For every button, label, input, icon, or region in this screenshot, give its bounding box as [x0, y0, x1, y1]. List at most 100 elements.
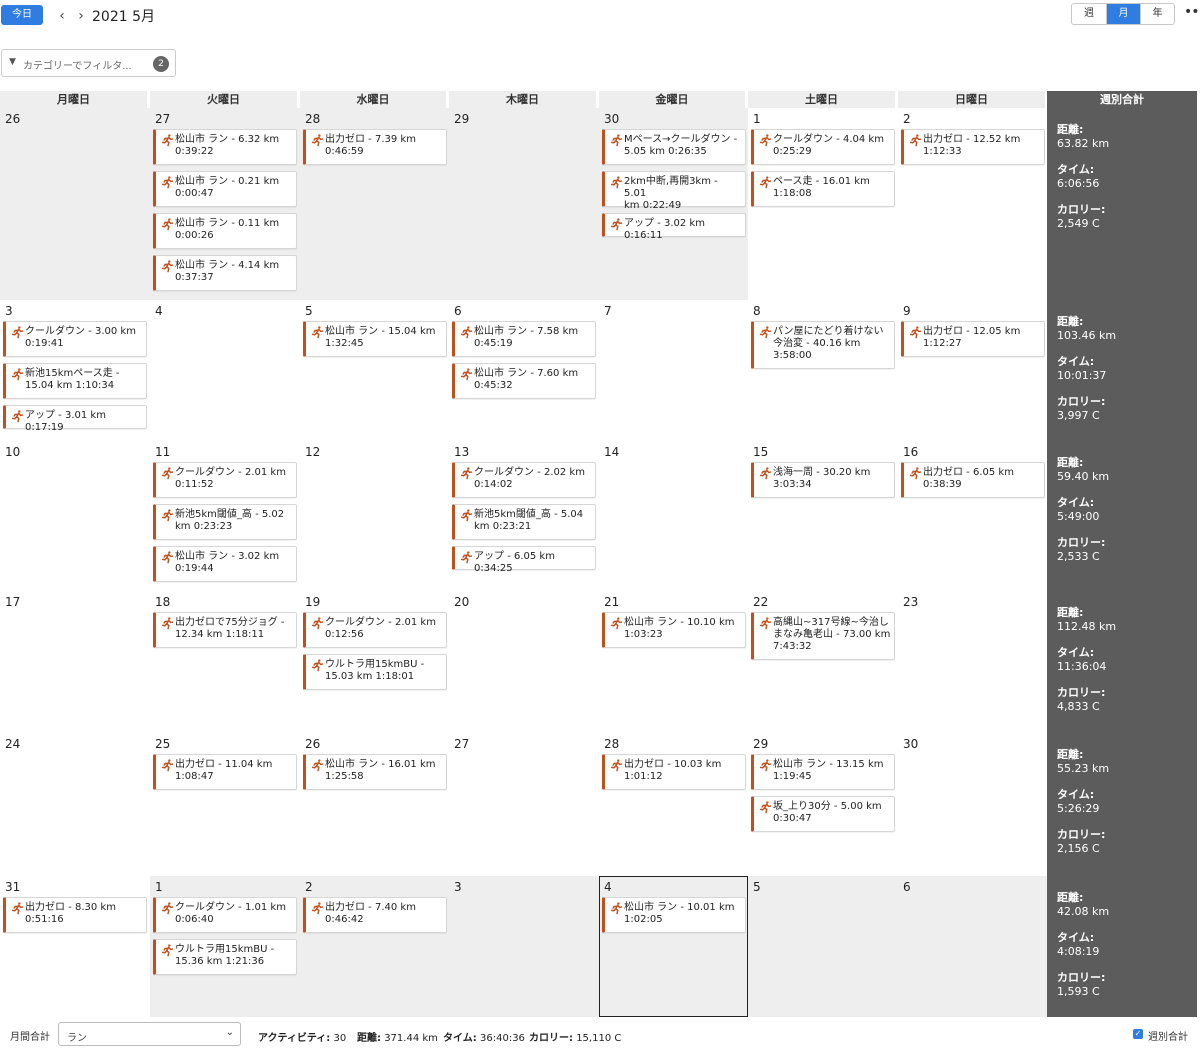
- time-stat: タイム: 36:40:36: [443, 1029, 525, 1044]
- calendar-day[interactable]: 5 松山市 ラン - 15.04 km 1:32:45: [300, 300, 449, 441]
- activity-card[interactable]: 浅海一周 - 30.20 km 3:03:34: [751, 462, 895, 498]
- calendar-day[interactable]: 6: [898, 876, 1047, 1017]
- more-icon[interactable]: •••: [1184, 4, 1200, 20]
- activity-label: 松山市 ラン - 15.04 km 1:32:45: [325, 326, 436, 349]
- activity-card[interactable]: 新池5km閾値_高 - 5.04 km 0:23:21: [452, 504, 596, 540]
- calendar-day[interactable]: 9 出力ゼロ - 12.05 km 1:12:27: [898, 300, 1047, 441]
- activity-card[interactable]: ウルトラ用15kmBU - 15.36 km 1:21:36: [153, 939, 297, 975]
- activity-card[interactable]: 出力ゼロ - 10.03 km 1:01:12: [602, 754, 746, 790]
- calendar-day[interactable]: 3 クールダウン - 3.00 km 0:19:41 新池15kmペース走 - 15…: [0, 300, 150, 441]
- calendar-day[interactable]: 28 出力ゼロ - 10.03 km 1:01:12: [599, 733, 748, 876]
- activity-card[interactable]: 出力ゼロ - 8.30 km 0:51:16: [3, 897, 147, 933]
- calendar-day[interactable]: 5: [748, 876, 898, 1017]
- activity-card[interactable]: 出力ゼロ - 11.04 km 1:08:47: [153, 754, 297, 790]
- activity-card[interactable]: クールダウン - 4.04 km 0:25:29: [751, 129, 895, 165]
- activity-card[interactable]: クールダウン - 3.00 km 0:19:41: [3, 321, 147, 357]
- activity-card[interactable]: 松山市 ラン - 7.60 km 0:45:32: [452, 363, 596, 399]
- view-month-button[interactable]: 月: [1106, 4, 1140, 24]
- calendar-day[interactable]: 6 松山市 ラン - 7.58 km 0:45:19 松山市 ラン - 7.60 k…: [449, 300, 599, 441]
- calendar-day[interactable]: 11 クールダウン - 2.01 km 0:11:52 新池5km閾値_高 - 5.…: [150, 441, 300, 591]
- calendar-day[interactable]: 20: [449, 591, 599, 733]
- calendar-day[interactable]: 26: [0, 108, 150, 300]
- chevron-left-icon[interactable]: ‹: [55, 7, 69, 25]
- calendar-day[interactable]: 7: [599, 300, 748, 441]
- today-button[interactable]: 今日: [1, 5, 43, 25]
- activity-card[interactable]: クールダウン - 1.01 km 0:06:40: [153, 897, 297, 933]
- activity-card[interactable]: 出力ゼロ - 6.05 km 0:38:39: [901, 462, 1045, 498]
- calendar-day[interactable]: 29: [449, 108, 599, 300]
- activity-card[interactable]: ウルトラ用15kmBU - 15.03 km 1:18:01: [303, 654, 447, 690]
- day-number: 20: [454, 595, 470, 609]
- activity-card[interactable]: クールダウン - 2.01 km 0:12:56: [303, 612, 447, 648]
- calendar-day[interactable]: 4: [150, 300, 300, 441]
- activity-card[interactable]: パン屋にたどり着けない 今治変 - 40.16 km 3:58:00: [751, 321, 895, 369]
- activity-card[interactable]: 松山市 ラン - 6.32 km 0:39:22: [153, 129, 297, 165]
- activity-card[interactable]: 松山市 ラン - 10.01 km 1:02:05: [602, 897, 746, 933]
- activity-card[interactable]: アップ - 3.02 km 0:16:11: [602, 213, 746, 241]
- calendar-day[interactable]: 22 高縄山~317号線~今治し まなみ亀老山 - 73.00 km 7:43:3…: [748, 591, 898, 733]
- activity-card[interactable]: 松山市 ラン - 4.14 km 0:37:37: [153, 255, 297, 291]
- activity-card[interactable]: 出力ゼロ - 12.52 km 1:12:33: [901, 129, 1045, 165]
- activity-card[interactable]: 2km中断,再開3km - 5.01 km 0:22:49: [602, 171, 746, 211]
- activity-card[interactable]: 出力ゼロ - 7.39 km 0:46:59: [303, 129, 447, 165]
- activity-card[interactable]: 高縄山~317号線~今治し まなみ亀老山 - 73.00 km 7:43:32: [751, 612, 895, 660]
- calendar-day[interactable]: 24: [0, 733, 150, 876]
- activity-card[interactable]: Mペース→クールダウン - 5.05 km 0:26:35: [602, 129, 746, 165]
- activity-card[interactable]: 新池15kmペース走 - 15.04 km 1:10:34: [3, 363, 147, 399]
- calendar-day[interactable]: 2 出力ゼロ - 12.52 km 1:12:33: [898, 108, 1047, 300]
- calendar-day-today[interactable]: 4 松山市 ラン - 10.01 km 1:02:05: [599, 876, 748, 1017]
- calendar-day[interactable]: 29 松山市 ラン - 13.15 km 1:19:45 坂_上り30分 - 5.0…: [748, 733, 898, 876]
- activity-card[interactable]: 松山市 ラン - 10.10 km 1:03:23: [602, 612, 746, 648]
- calendar-day[interactable]: 17: [0, 591, 150, 733]
- calendar-day[interactable]: 19 クールダウン - 2.01 km 0:12:56 ウルトラ用15kmBU - …: [300, 591, 449, 733]
- calendar-day[interactable]: 14: [599, 441, 748, 591]
- calendar-day[interactable]: 26 松山市 ラン - 16.01 km 1:25:58: [300, 733, 449, 876]
- activity-card[interactable]: 松山市 ラン - 16.01 km 1:25:58: [303, 754, 447, 790]
- activity-card[interactable]: アップ - 6.05 km 0:34:25: [452, 546, 596, 574]
- category-filter[interactable]: ▼ カテゴリーでフィルタ... 2: [1, 49, 176, 77]
- calendar-day[interactable]: 30: [898, 733, 1047, 876]
- running-icon: [610, 616, 623, 630]
- activity-card[interactable]: 松山市 ラン - 0.11 km 0:00:26: [153, 213, 297, 249]
- activity-card[interactable]: 坂_上り30分 - 5.00 km 0:30:47: [751, 796, 895, 832]
- activity-card[interactable]: 出力ゼロで75分ジョグ - 12.34 km 1:18:11: [153, 612, 297, 648]
- calendar-day[interactable]: 27 松山市 ラン - 6.32 km 0:39:22 松山市 ラン - 0.21 …: [150, 108, 300, 300]
- weekly-calories-label: カロリー:: [1057, 828, 1106, 841]
- calendar-day[interactable]: 8 パン屋にたどり着けない 今治変 - 40.16 km 3:58:00: [748, 300, 898, 441]
- activity-card[interactable]: 松山市 ラン - 15.04 km 1:32:45: [303, 321, 447, 357]
- chevron-right-icon[interactable]: ›: [74, 7, 88, 25]
- activity-card[interactable]: 出力ゼロ - 7.40 km 0:46:42: [303, 897, 447, 933]
- activity-card[interactable]: アップ - 3.01 km 0:17:19: [3, 405, 147, 433]
- calendar-day[interactable]: 3: [449, 876, 599, 1017]
- activity-card[interactable]: ペース走 - 16.01 km 1:18:08: [751, 171, 895, 207]
- calendar-day[interactable]: 10: [0, 441, 150, 591]
- calendar-day[interactable]: 1 クールダウン - 4.04 km 0:25:29 ペース走 - 16.01 km…: [748, 108, 898, 300]
- activity-card[interactable]: 松山市 ラン - 13.15 km 1:19:45: [751, 754, 895, 790]
- activity-card[interactable]: 新池5km閾値_高 - 5.02 km 0:23:23: [153, 504, 297, 540]
- calendar-day[interactable]: 15 浅海一周 - 30.20 km 3:03:34: [748, 441, 898, 591]
- calendar-day[interactable]: 1 クールダウン - 1.01 km 0:06:40 ウルトラ用15kmBU - 1…: [150, 876, 300, 1017]
- calendar-day[interactable]: 18 出力ゼロで75分ジョグ - 12.34 km 1:18:11: [150, 591, 300, 733]
- calendar-day[interactable]: 25 出力ゼロ - 11.04 km 1:08:47: [150, 733, 300, 876]
- view-year-button[interactable]: 年: [1140, 4, 1174, 24]
- activity-card[interactable]: 出力ゼロ - 12.05 km 1:12:27: [901, 321, 1045, 357]
- calendar-day[interactable]: 31 出力ゼロ - 8.30 km 0:51:16: [0, 876, 150, 1017]
- calendar-day[interactable]: 21 松山市 ラン - 10.10 km 1:03:23: [599, 591, 748, 733]
- calendar-day[interactable]: 28 出力ゼロ - 7.39 km 0:46:59: [300, 108, 449, 300]
- weekly-total-checkbox[interactable]: ✓: [1133, 1029, 1143, 1039]
- activity-card[interactable]: クールダウン - 2.02 km 0:14:02: [452, 462, 596, 498]
- category-select[interactable]: ラン ⌄: [58, 1022, 241, 1046]
- calendar-day[interactable]: 27: [449, 733, 599, 876]
- calendar-day[interactable]: 2 出力ゼロ - 7.40 km 0:46:42: [300, 876, 449, 1017]
- calendar-day[interactable]: 30 Mペース→クールダウン - 5.05 km 0:26:35 2km中断,再開3…: [599, 108, 748, 300]
- activity-card[interactable]: クールダウン - 2.01 km 0:11:52: [153, 462, 297, 498]
- calendar-day[interactable]: 12: [300, 441, 449, 591]
- view-week-button[interactable]: 週: [1072, 4, 1106, 24]
- calendar-day[interactable]: 16 出力ゼロ - 6.05 km 0:38:39: [898, 441, 1047, 591]
- activity-card[interactable]: 松山市 ラン - 7.58 km 0:45:19: [452, 321, 596, 357]
- calendar-day[interactable]: 23: [898, 591, 1047, 733]
- weekly-calories-value: 2,533 C: [1057, 550, 1100, 563]
- calendar-day[interactable]: 13 クールダウン - 2.02 km 0:14:02 新池5km閾値_高 - 5.…: [449, 441, 599, 591]
- activity-card[interactable]: 松山市 ラン - 0.21 km 0:00:47: [153, 171, 297, 207]
- activity-card[interactable]: 松山市 ラン - 3.02 km 0:19:44: [153, 546, 297, 582]
